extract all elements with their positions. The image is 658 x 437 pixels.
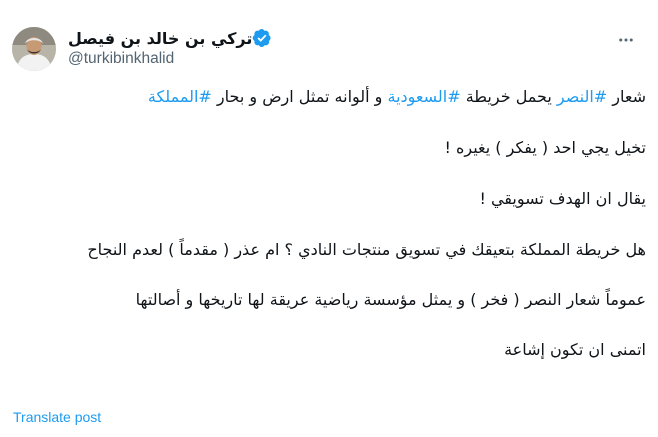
paragraph-6: اتمنى ان تكون إشاعة: [504, 340, 646, 359]
profile-photo: [12, 27, 56, 71]
tweet-card: تركي بن خالد بن فيصل @turkibinkhalid شعا…: [0, 0, 658, 437]
text-segment: يحمل خريطة: [460, 87, 557, 106]
translate-post-link[interactable]: Translate post: [13, 409, 101, 425]
paragraph-2: تخيل يجي احد ( يفكر ) يغيره !: [444, 138, 647, 157]
hashtag-link[interactable]: #السعودية: [388, 87, 461, 106]
avatar[interactable]: [12, 27, 56, 71]
hashtag-link[interactable]: #المملكة: [148, 87, 212, 106]
paragraph-5: عموماً شعار النصر ( فخر ) و يمثل مؤسسة ر…: [135, 290, 646, 309]
name-line: تركي بن خالد بن فيصل: [68, 27, 398, 49]
text-segment: شعار: [607, 87, 646, 106]
verified-badge-icon[interactable]: [252, 28, 272, 48]
handle[interactable]: @turkibinkhalid: [68, 50, 398, 68]
paragraph-3: يقال ان الهدف تسويقي !: [479, 189, 646, 208]
display-name[interactable]: تركي بن خالد بن فيصل: [68, 29, 252, 48]
text-segment: و ألوانه تمثل ارض و بحار: [211, 87, 388, 106]
more-options-button[interactable]: [612, 26, 640, 54]
paragraph-4: هل خريطة المملكة بتعيقك في تسويق منتجات …: [87, 240, 646, 259]
post-header: تركي بن خالد بن فيصل @turkibinkhalid: [68, 27, 398, 68]
post-text: شعار #النصر يحمل خريطة #السعودية و ألوان…: [14, 84, 646, 388]
hashtag-link[interactable]: #النصر: [557, 87, 607, 106]
paragraph-1: شعار #النصر يحمل خريطة #السعودية و ألوان…: [14, 84, 646, 109]
more-options-icon: [619, 38, 633, 42]
